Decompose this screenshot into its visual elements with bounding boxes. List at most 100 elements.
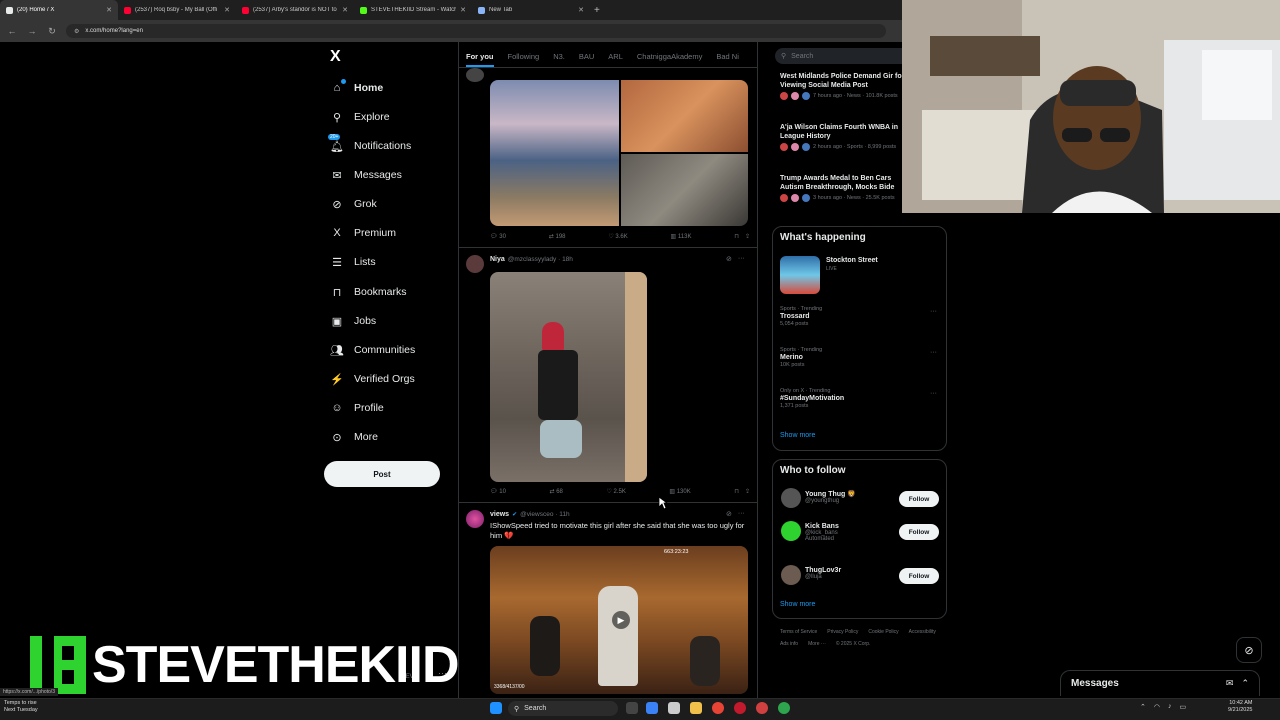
footer-link[interactable]: Ads info: [780, 638, 798, 650]
taskbar-clock[interactable]: 10:42 AM 9/21/2025: [1228, 700, 1252, 714]
close-tab-icon[interactable]: ✕: [342, 6, 348, 14]
tweet3-avatar[interactable]: [466, 510, 484, 528]
live-item[interactable]: Stockton Street LIVE: [826, 257, 878, 272]
grok-floating-icon[interactable]: ⊘: [1236, 637, 1262, 663]
task-view-icon[interactable]: [626, 702, 638, 714]
news-item[interactable]: Trump Awards Medal to Ben Cars Autism Br…: [780, 174, 905, 202]
tweet1-media-grid[interactable]: [490, 80, 748, 226]
follow-account[interactable]: Kick Bans @kick_bans Automated: [805, 523, 839, 542]
follow-account[interactable]: Young Thug 🦁 @youngthug: [805, 490, 856, 504]
post-button[interactable]: Post: [324, 461, 440, 487]
share-icon[interactable]: ⇪: [745, 488, 750, 495]
browser-tab[interactable]: STEVETHEKIID Stream - Watch ✕: [354, 0, 472, 20]
opera-icon[interactable]: [734, 702, 746, 714]
close-tab-icon[interactable]: ✕: [460, 6, 466, 14]
timeline-tab[interactable]: Following: [508, 46, 540, 67]
browser-tab[interactable]: New Tab ✕: [472, 0, 590, 20]
timeline-tab[interactable]: ChatniggaAkademy: [637, 46, 702, 67]
close-tab-icon[interactable]: ✕: [578, 6, 584, 14]
nav-verified-orgs[interactable]: ⚡ Verified Orgs: [330, 369, 415, 389]
x-logo[interactable]: X: [330, 48, 341, 66]
grok-icon[interactable]: ⊘: [726, 255, 732, 263]
bookmark-icon[interactable]: ⊓: [734, 488, 739, 495]
play-icon[interactable]: ▶: [612, 611, 630, 629]
follow-button[interactable]: Follow: [899, 568, 939, 584]
expand-icon[interactable]: ⌃: [1241, 678, 1249, 689]
nav-jobs[interactable]: ▣ Jobs: [330, 311, 376, 331]
tweet1-avatar[interactable]: [466, 68, 484, 82]
nav-bookmarks[interactable]: ⊓ Bookmarks: [330, 282, 407, 302]
tweet2-image[interactable]: [490, 272, 647, 482]
live-thumbnail[interactable]: [780, 256, 820, 294]
reload-icon[interactable]: ↻: [46, 26, 58, 37]
views-button[interactable]: ▥ 113K: [671, 233, 692, 240]
news-item[interactable]: A'ja Wilson Claims Fourth WNBA in League…: [780, 123, 905, 151]
share-icon[interactable]: ⇪: [745, 233, 750, 240]
timeline-tab[interactable]: Bad Ni: [716, 46, 739, 67]
volume-icon[interactable]: ♪: [1168, 703, 1172, 711]
footer-link[interactable]: Cookie Policy: [868, 626, 898, 638]
news-item[interactable]: West Midlands Police Demand Gir for View…: [780, 72, 905, 100]
close-tab-icon[interactable]: ✕: [106, 6, 112, 14]
nav-lists[interactable]: ☰ Lists: [330, 252, 376, 272]
bookmark-icon[interactable]: ⊓: [734, 233, 739, 240]
reply-button[interactable]: 💬︎ 10: [490, 488, 506, 495]
timeline-tab[interactable]: BAU: [579, 46, 594, 67]
messages-dock[interactable]: Messages ✉ ⌃: [1060, 670, 1260, 696]
timeline-tab[interactable]: For you: [466, 46, 494, 67]
url-field[interactable]: ⚙ x.com/home?lang=en: [66, 24, 886, 38]
nav-home[interactable]: ⌂ Home: [330, 78, 383, 98]
like-button[interactable]: ♡ 3.6K: [608, 233, 627, 240]
nav-premium[interactable]: X Premium: [330, 223, 396, 243]
follow-avatar[interactable]: [781, 521, 801, 541]
follow-button[interactable]: Follow: [899, 524, 939, 540]
more-icon[interactable]: ···: [738, 255, 745, 263]
more-icon[interactable]: ···: [738, 510, 745, 518]
reply-button[interactable]: 💬︎ 30: [490, 233, 506, 240]
new-message-icon[interactable]: ✉: [1226, 678, 1234, 689]
tray-chevron-icon[interactable]: ⌃: [1140, 703, 1146, 711]
nav-notifications[interactable]: 🔔︎ 20+ Notifications: [328, 133, 411, 156]
site-info-icon[interactable]: ⚙: [74, 28, 79, 35]
tweet2-name[interactable]: Niya: [490, 256, 505, 263]
nav-profile[interactable]: ☺ Profile: [330, 398, 383, 418]
nav-explore[interactable]: ⚲ Explore: [330, 107, 390, 127]
trend-item[interactable]: Only on X · Trending #SundayMotivation 1,3…: [780, 388, 844, 409]
nav-more[interactable]: ⊙ More: [330, 427, 378, 447]
chrome-icon[interactable]: [712, 702, 724, 714]
browser-tab[interactable]: (2537) Roq bsby - My Ball (Offi ✕: [118, 0, 236, 20]
nav-messages[interactable]: ✉ Messages: [330, 165, 401, 185]
follow-avatar[interactable]: [781, 565, 801, 585]
timeline-tab[interactable]: N3.: [553, 46, 565, 67]
repost-button[interactable]: ⇄ 198: [549, 233, 566, 240]
views-button[interactable]: ▥ 130K: [669, 488, 690, 495]
tweet1-image-1[interactable]: [490, 80, 619, 226]
follow-account[interactable]: ThugLov3r @lluja: [805, 567, 841, 580]
app-icon[interactable]: [778, 702, 790, 714]
footer-link[interactable]: Privacy Policy: [827, 626, 858, 638]
tweet2-avatar[interactable]: [466, 255, 484, 273]
app-icon[interactable]: [756, 702, 768, 714]
trend-item[interactable]: Sports · Trending Merino 10K posts: [780, 347, 822, 368]
footer-link[interactable]: Terms of Service: [780, 626, 817, 638]
follow-avatar[interactable]: [781, 488, 801, 508]
trend-item[interactable]: Sports · Trending Trossard 5,054 posts: [780, 306, 822, 327]
browser-tab[interactable]: (20) Home / X ✕: [0, 0, 118, 20]
whats-happening-show-more[interactable]: Show more: [780, 432, 815, 439]
tweet3-name[interactable]: views: [490, 511, 509, 518]
close-tab-icon[interactable]: ✕: [224, 6, 230, 14]
footer-link[interactable]: © 2025 X Corp.: [836, 638, 871, 650]
grok-icon[interactable]: ⊘: [726, 510, 732, 518]
trend-more-icon[interactable]: ···: [930, 390, 937, 397]
who-to-follow-show-more[interactable]: Show more: [780, 601, 815, 608]
back-icon[interactable]: ←: [6, 26, 18, 36]
tweet3-handle[interactable]: @viewsceo · 11h: [520, 511, 569, 518]
tweet1-image-3[interactable]: [621, 154, 748, 226]
weather-widget[interactable]: Temps to rise Next Tuesday: [4, 700, 38, 714]
wifi-icon[interactable]: ◠: [1154, 703, 1160, 711]
windows-start-icon[interactable]: [490, 702, 502, 714]
tweet1-image-2[interactable]: [621, 80, 748, 152]
taskbar-search[interactable]: ⚲ Search: [508, 701, 618, 716]
browser-tab[interactable]: (2537) Arby's standor is NOT to ✕: [236, 0, 354, 20]
nav-grok[interactable]: ⊘ Grok: [330, 194, 376, 214]
